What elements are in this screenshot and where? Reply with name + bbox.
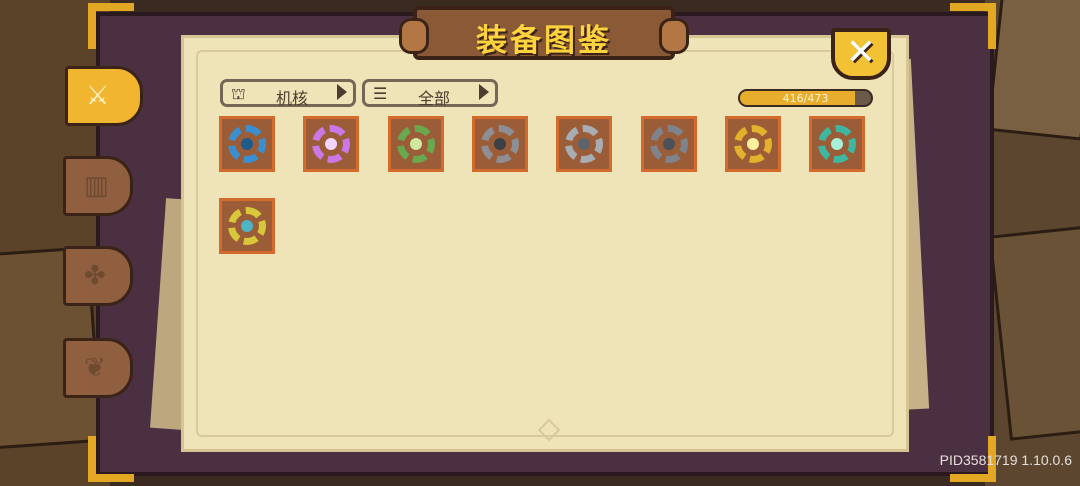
gear-core-icon: [493, 138, 506, 150]
item-slot-purple-core[interactable]: [303, 116, 360, 172]
gear-core-icon: [662, 138, 675, 150]
gear-core-icon: [241, 138, 253, 150]
gear-core-icon: [746, 138, 759, 150]
collection-progress-bar: 416/473: [738, 89, 873, 107]
item-slot-gold-core[interactable]: [724, 116, 781, 172]
frame-corner: [88, 3, 134, 49]
background-paper-scrap: [986, 0, 1080, 141]
item-slot-aqua-gold-core[interactable]: [219, 198, 275, 254]
tab-weapon[interactable]: ⚔: [65, 66, 143, 126]
clover-icon: ✤: [84, 261, 106, 291]
tab-armor[interactable]: ▥: [63, 156, 133, 216]
chevron-right-icon: [479, 84, 489, 100]
frame-corner: [88, 436, 134, 482]
armor-icon: ▥: [84, 171, 109, 201]
background-paper-scrap: [988, 225, 1080, 441]
gear-core-icon: [831, 138, 844, 150]
category-filter-label: 全部: [417, 89, 450, 108]
item-slot-emerald-core[interactable]: [809, 116, 866, 172]
tab-shell[interactable]: ❦: [63, 338, 133, 398]
close-button[interactable]: ✕: [831, 28, 891, 80]
sword-icon: ⚔: [86, 81, 110, 111]
list-icon: ☰: [373, 84, 388, 103]
item-slot-green-core[interactable]: [387, 116, 444, 172]
background-right: [985, 0, 1080, 486]
version-label: PID3581719 1.10.0.6: [939, 452, 1072, 468]
item-slot-steel-ring-core[interactable]: [471, 116, 528, 172]
type-filter-label: 机核: [275, 89, 308, 108]
gear-core-icon: [241, 220, 253, 232]
item-slot-twin-gear-core[interactable]: [556, 116, 613, 172]
tab-accessory[interactable]: ✤: [63, 246, 133, 306]
close-icon: ✕: [845, 32, 877, 73]
shell-icon: ❦: [84, 353, 106, 383]
page-title: 装备图鉴: [476, 23, 612, 59]
gear-core-icon: [409, 138, 422, 150]
title-plate: 装备图鉴: [399, 6, 689, 60]
machine-icon: ⛫: [231, 84, 246, 103]
chevron-right-icon: [337, 84, 347, 100]
progress-text: 416/473: [782, 92, 829, 105]
frame-corner: [950, 3, 996, 49]
item-slot-iron-gear-core[interactable]: [640, 116, 697, 172]
category-filter-dropdown[interactable]: ☰ 全部: [362, 79, 498, 108]
item-slot-blue-core[interactable]: [219, 116, 275, 172]
type-filter-dropdown[interactable]: ⛫ 机核: [220, 79, 356, 108]
